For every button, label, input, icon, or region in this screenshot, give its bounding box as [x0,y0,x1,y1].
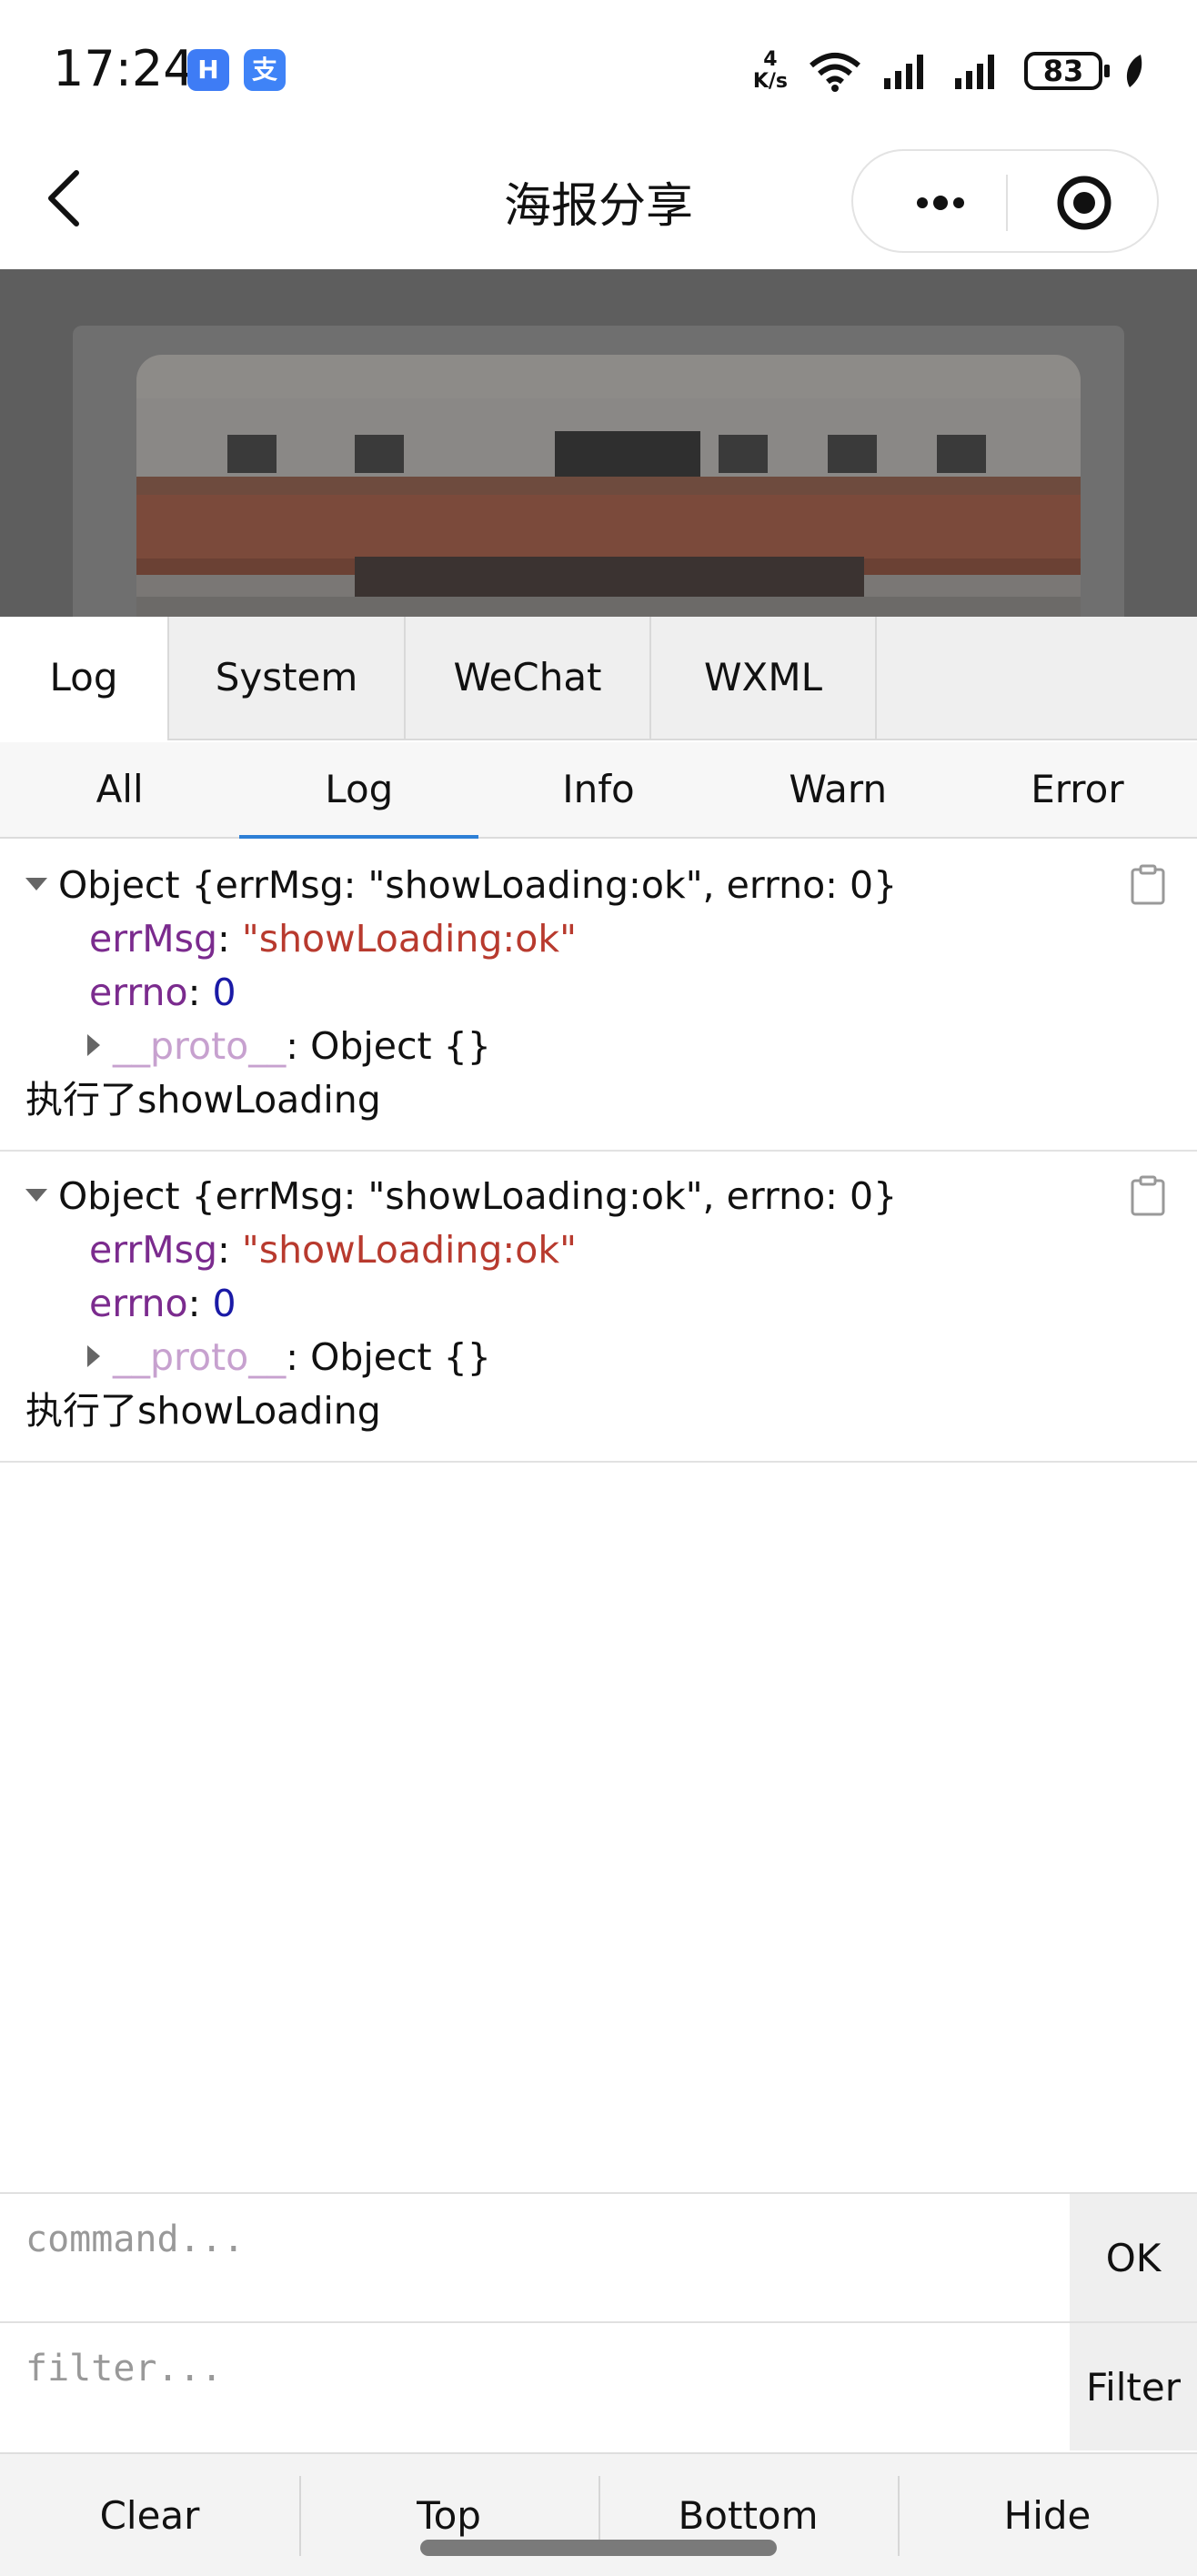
nav-bar: 海报分享 [0,136,1197,269]
log-prop-errmsg: errMsg: "showLoading:ok" [25,1223,1197,1277]
prop-key: __proto__ [113,1024,287,1068]
leaf-icon [1126,55,1142,87]
hide-button[interactable]: Hide [898,2454,1197,2576]
filter-row: Filter [0,2321,1197,2450]
log-object-summary[interactable]: Object {errMsg: "showLoading:ok", errno:… [25,1170,1197,1223]
vconsole-tab-bar: Log System WeChat WXML [0,617,1197,740]
bottom-button[interactable]: Bottom [598,2454,898,2576]
ok-button[interactable]: OK [1070,2194,1197,2321]
prop-value: : Object {} [286,1335,491,1379]
log-list: Object {errMsg: "showLoading:ok", errno:… [0,840,1197,1463]
log-prop-errno: errno: 0 [25,1277,1197,1331]
filter-button[interactable]: Filter [1070,2323,1197,2450]
log-prop-proto[interactable]: __proto__: Object {} [25,1020,1197,1073]
copy-icon[interactable] [1130,864,1166,906]
tab-system[interactable]: System [169,617,406,740]
caret-down-icon[interactable] [25,1189,47,1202]
filter-input[interactable] [0,2323,1070,2450]
prop-value: 0 [212,971,236,1014]
log-message: 执行了showLoading [25,1078,381,1122]
subtab-log[interactable]: Log [239,742,479,839]
status-icons: 4 K/s 83 [753,44,1146,98]
network-speed-unit: K/s [752,70,788,93]
poster-photo [136,355,1081,617]
subtab-all[interactable]: All [0,742,239,837]
signal-icon [884,55,923,89]
prop-value: "showLoading:ok" [241,917,577,961]
status-bar: 17:24 H 支 4 K/s 83 [0,0,1197,136]
subtab-warn[interactable]: Warn [719,742,958,837]
prop-value: 0 [212,1282,236,1325]
caret-right-icon[interactable] [87,1034,100,1056]
log-entry: Object {errMsg: "showLoading:ok", errno:… [0,1152,1197,1463]
log-summary-text: Object {errMsg: "showLoading:ok", errno:… [58,863,898,907]
subtab-info[interactable]: Info [478,742,718,837]
log-summary-text: Object {errMsg: "showLoading:ok", errno:… [58,1174,898,1218]
mini-program-capsule [851,149,1159,253]
status-time: 17:24 [53,40,195,97]
prop-colon: : [187,971,213,1014]
prop-value: : Object {} [286,1024,491,1068]
more-dots-icon[interactable] [890,169,990,236]
log-object-summary[interactable]: Object {errMsg: "showLoading:ok", errno:… [25,859,1197,912]
top-button[interactable]: Top [299,2454,598,2576]
log-prop-errmsg: errMsg: "showLoading:ok" [25,912,1197,966]
prop-key: errMsg [89,917,217,961]
home-indicator[interactable] [420,2540,777,2556]
prop-value: "showLoading:ok" [241,1228,577,1272]
subtab-error[interactable]: Error [958,742,1197,837]
poster-preview [0,269,1197,617]
alipay-notification-badge: 支 [244,49,286,91]
signal-icon-2 [955,55,994,89]
vconsole-toolbar: Clear Top Bottom Hide [0,2452,1197,2576]
prop-key: errno [89,971,188,1014]
prop-key: errno [89,1282,188,1325]
prop-colon: : [216,1228,242,1272]
log-level-tabs: All Log Info Warn Error [0,742,1197,839]
prop-key: __proto__ [113,1335,287,1379]
caret-right-icon[interactable] [87,1345,100,1367]
app-notification-badge: H [187,49,229,91]
log-entry: Object {errMsg: "showLoading:ok", errno:… [0,840,1197,1152]
battery-indicator: 83 [1024,52,1110,90]
tab-wxml[interactable]: WXML [651,617,877,740]
network-speed: 4 K/s [753,49,788,93]
copy-icon[interactable] [1130,1175,1166,1217]
log-prop-proto[interactable]: __proto__: Object {} [25,1331,1197,1384]
log-message: 执行了showLoading [25,1389,381,1433]
command-input[interactable] [0,2194,1070,2321]
close-circle-icon[interactable] [1035,169,1135,236]
wifi-icon [810,53,860,92]
prop-key: errMsg [89,1228,217,1272]
clear-button[interactable]: Clear [0,2454,299,2576]
command-row: OK [0,2192,1197,2321]
capsule-divider [1006,175,1008,231]
prop-colon: : [216,917,242,961]
tab-log[interactable]: Log [0,617,169,740]
log-prop-errno: errno: 0 [25,966,1197,1020]
caret-down-icon[interactable] [25,878,47,891]
tab-wechat[interactable]: WeChat [406,617,651,740]
prop-colon: : [187,1282,213,1325]
network-speed-value: 4 [763,48,778,71]
